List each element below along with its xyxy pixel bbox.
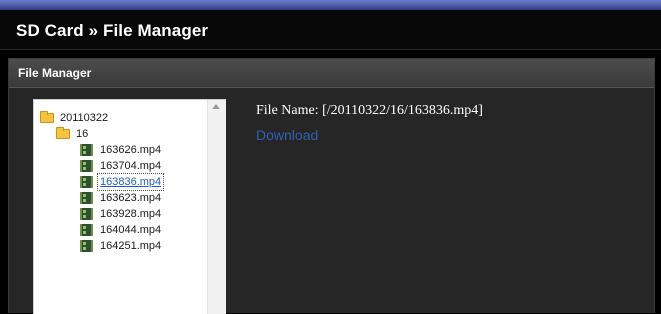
tree-file-label: 163928.mp4 xyxy=(100,208,162,220)
folder-icon xyxy=(40,111,54,123)
tree-file-label: 163836.mp4 xyxy=(96,173,165,191)
title-bar: SD Card » File Manager xyxy=(0,10,661,50)
video-file-icon xyxy=(80,208,93,220)
page-title: SD Card » File Manager xyxy=(16,21,209,40)
video-file-icon xyxy=(80,144,93,156)
download-link[interactable]: Download xyxy=(256,127,318,143)
file-name-text: File Name: [/20110322/16/163836.mp4] xyxy=(256,103,483,118)
tree-scrollbar[interactable] xyxy=(207,100,226,314)
video-file-icon xyxy=(80,240,93,252)
tree-file-label: 164251.mp4 xyxy=(100,240,162,252)
folder-icon xyxy=(56,127,70,139)
tree-file-label: 163623.mp4 xyxy=(100,192,162,204)
panel-title: File Manager xyxy=(18,66,92,80)
video-file-icon xyxy=(80,192,93,204)
tree-folder-label: 20110322 xyxy=(60,112,109,124)
tree-folder-label: 16 xyxy=(76,128,89,140)
tree-content: 20110322 16 163626.mp4 163704.mp4 163836… xyxy=(34,100,207,314)
video-file-icon xyxy=(80,224,93,236)
video-file-icon xyxy=(80,160,93,172)
file-manager-panel: File Manager 20110322 16 163626.mp4 1637… xyxy=(8,58,655,314)
video-file-icon xyxy=(80,176,93,188)
tree-file-label: 163704.mp4 xyxy=(100,160,162,172)
tree-file-label: 163626.mp4 xyxy=(100,144,162,156)
top-accent-strip xyxy=(0,0,661,10)
panel-header: File Manager xyxy=(9,59,654,88)
tree-file-label: 164044.mp4 xyxy=(100,224,162,236)
file-details: File Name: [/20110322/16/163836.mp4] Dow… xyxy=(256,103,483,143)
folder-tree[interactable]: 20110322 16 163626.mp4 163704.mp4 163836… xyxy=(33,99,226,314)
scroll-up-arrow-icon[interactable] xyxy=(212,104,220,109)
